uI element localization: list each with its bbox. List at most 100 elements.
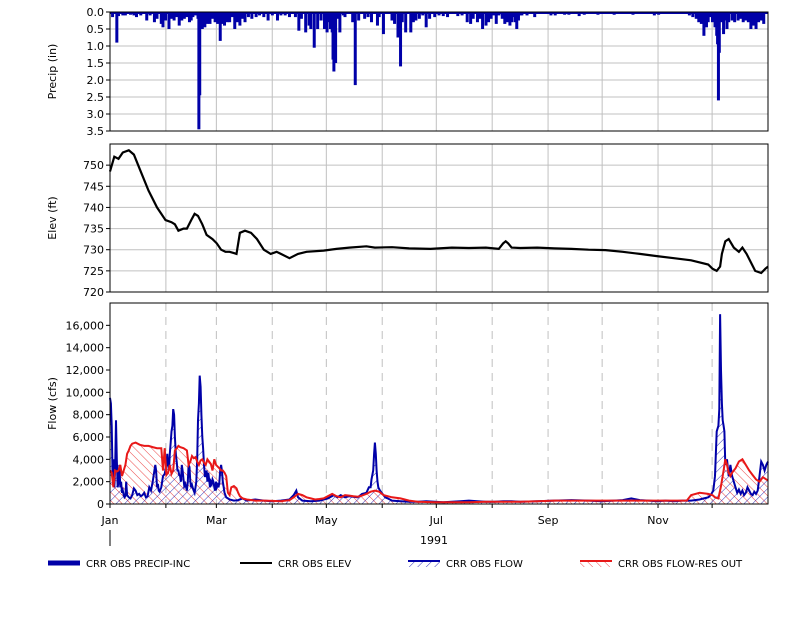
- precip-bar: [746, 12, 750, 23]
- elev-frame: [109, 143, 769, 293]
- precip-bar: [500, 12, 504, 19]
- y-tick-label: 14,000: [66, 342, 105, 355]
- precip-bar: [216, 12, 220, 24]
- precip-bar: [390, 12, 394, 21]
- precip-bar: [211, 12, 215, 19]
- precip-bar: [727, 12, 731, 23]
- precip-bar: [266, 12, 270, 21]
- flow-line: [109, 314, 769, 504]
- precip-bar: [487, 12, 491, 23]
- elev-grid: [110, 144, 768, 292]
- precip-bar: [262, 12, 266, 18]
- precip-bar: [238, 12, 242, 26]
- precip-bar: [115, 12, 119, 43]
- legend-label: CRR OBS FLOW-RES OUT: [618, 559, 743, 570]
- precip-bar: [155, 12, 159, 19]
- precip-bar: [250, 12, 254, 19]
- precip-bar: [363, 12, 367, 19]
- precip-bar: [357, 12, 361, 21]
- precip-bar: [369, 12, 373, 23]
- precip-bar: [287, 12, 291, 18]
- precip-bar: [733, 12, 737, 23]
- precip-bar: [134, 12, 138, 18]
- precip-bar: [145, 12, 149, 21]
- precip-bar: [691, 12, 695, 18]
- x-tick-label: Sep: [538, 514, 559, 527]
- precip-bar: [730, 12, 734, 21]
- precip-bar: [353, 12, 357, 86]
- precip-bar: [762, 12, 766, 24]
- y-tick-label: 2,000: [73, 476, 105, 489]
- precip-bar: [719, 12, 723, 23]
- flow-x-ticks: Jan Mar May Jul Sep Nov: [101, 504, 713, 527]
- y-tick-label: 4,000: [73, 453, 105, 466]
- precip-bar: [193, 12, 197, 16]
- x-tick-label: Jul: [429, 514, 443, 527]
- precip-bar: [175, 12, 179, 18]
- precip-bar: [132, 12, 136, 16]
- precip-bar: [121, 12, 125, 16]
- flow-grid: [165, 303, 713, 504]
- precip-bar: [441, 12, 445, 17]
- precip-bar: [396, 12, 400, 38]
- y-tick-label: 3.5: [87, 125, 105, 138]
- y-tick-label: 2.5: [87, 91, 105, 104]
- precip-bar: [182, 12, 186, 19]
- precip-bar: [465, 12, 469, 23]
- precip-bar: [180, 12, 184, 21]
- hydrograph-chart: 0.0 0.5 1.0 1.5 2.0 2.5 3.0 3.5 Precip (in) 720…: [46, 6, 769, 570]
- flow-y-ticks: 0 2,000 4,000 6,000 8,000 10,000 12,000 14,000 1…: [66, 319, 110, 511]
- precip-bar: [258, 12, 262, 16]
- precip-bar: [577, 12, 581, 17]
- precip-bar: [475, 12, 479, 23]
- precip-bar: [456, 12, 460, 17]
- precip-bar: [400, 12, 404, 23]
- precip-bar: [246, 12, 250, 18]
- y-tick-label: 6,000: [73, 431, 105, 444]
- precip-bar: [492, 12, 496, 16]
- x-tick-label: May: [315, 514, 338, 527]
- precip-bar: [161, 12, 165, 28]
- precip-bar: [687, 12, 691, 16]
- legend-label: CRR OBS PRECIP-INC: [86, 559, 190, 570]
- precip-bar: [460, 12, 464, 16]
- precip-bar: [200, 12, 204, 29]
- precip-bar: [309, 12, 313, 29]
- y-tick-label: 0: [97, 498, 104, 511]
- x-year-label: 1991: [420, 534, 448, 547]
- legend: CRR OBS PRECIP-INC CRR OBS ELEV CRR OBS FL…: [48, 559, 743, 570]
- precip-bar: [417, 12, 421, 19]
- precip-bar: [503, 12, 507, 24]
- precip-bars: [110, 12, 768, 130]
- precip-bar: [739, 12, 743, 19]
- precip-bar: [283, 12, 287, 16]
- precip-bar: [170, 12, 174, 19]
- precip-bar: [338, 12, 342, 33]
- precip-bar: [233, 12, 237, 29]
- precip-bar: [409, 12, 413, 33]
- precip-bar: [424, 12, 428, 28]
- y-tick-label: 0.0: [87, 6, 105, 19]
- precip-bar: [148, 12, 152, 16]
- precip-bar: [411, 12, 415, 23]
- precip-bar: [177, 12, 181, 26]
- y-tick-label: 10,000: [66, 386, 105, 399]
- precip-bar: [437, 12, 441, 16]
- precip-bar: [297, 12, 301, 31]
- precip-bar: [381, 12, 385, 35]
- y-tick-label: 16,000: [66, 319, 105, 332]
- y-tick-label: 720: [83, 286, 104, 299]
- legend-item: CRR OBS ELEV: [240, 559, 351, 570]
- y-tick-label: 0.5: [87, 23, 105, 36]
- precip-bar: [525, 12, 529, 16]
- flow-axis-label: Flow (cfs): [46, 377, 59, 430]
- precip-bar: [228, 12, 232, 23]
- precip-bar: [335, 12, 339, 19]
- precip-bar: [520, 12, 524, 16]
- precip-bar: [414, 12, 418, 21]
- precip-bar: [351, 12, 355, 23]
- precip-bar: [478, 12, 482, 19]
- precip-bar: [225, 12, 229, 23]
- precip-bar: [404, 12, 408, 33]
- legend-label: CRR OBS ELEV: [278, 559, 351, 570]
